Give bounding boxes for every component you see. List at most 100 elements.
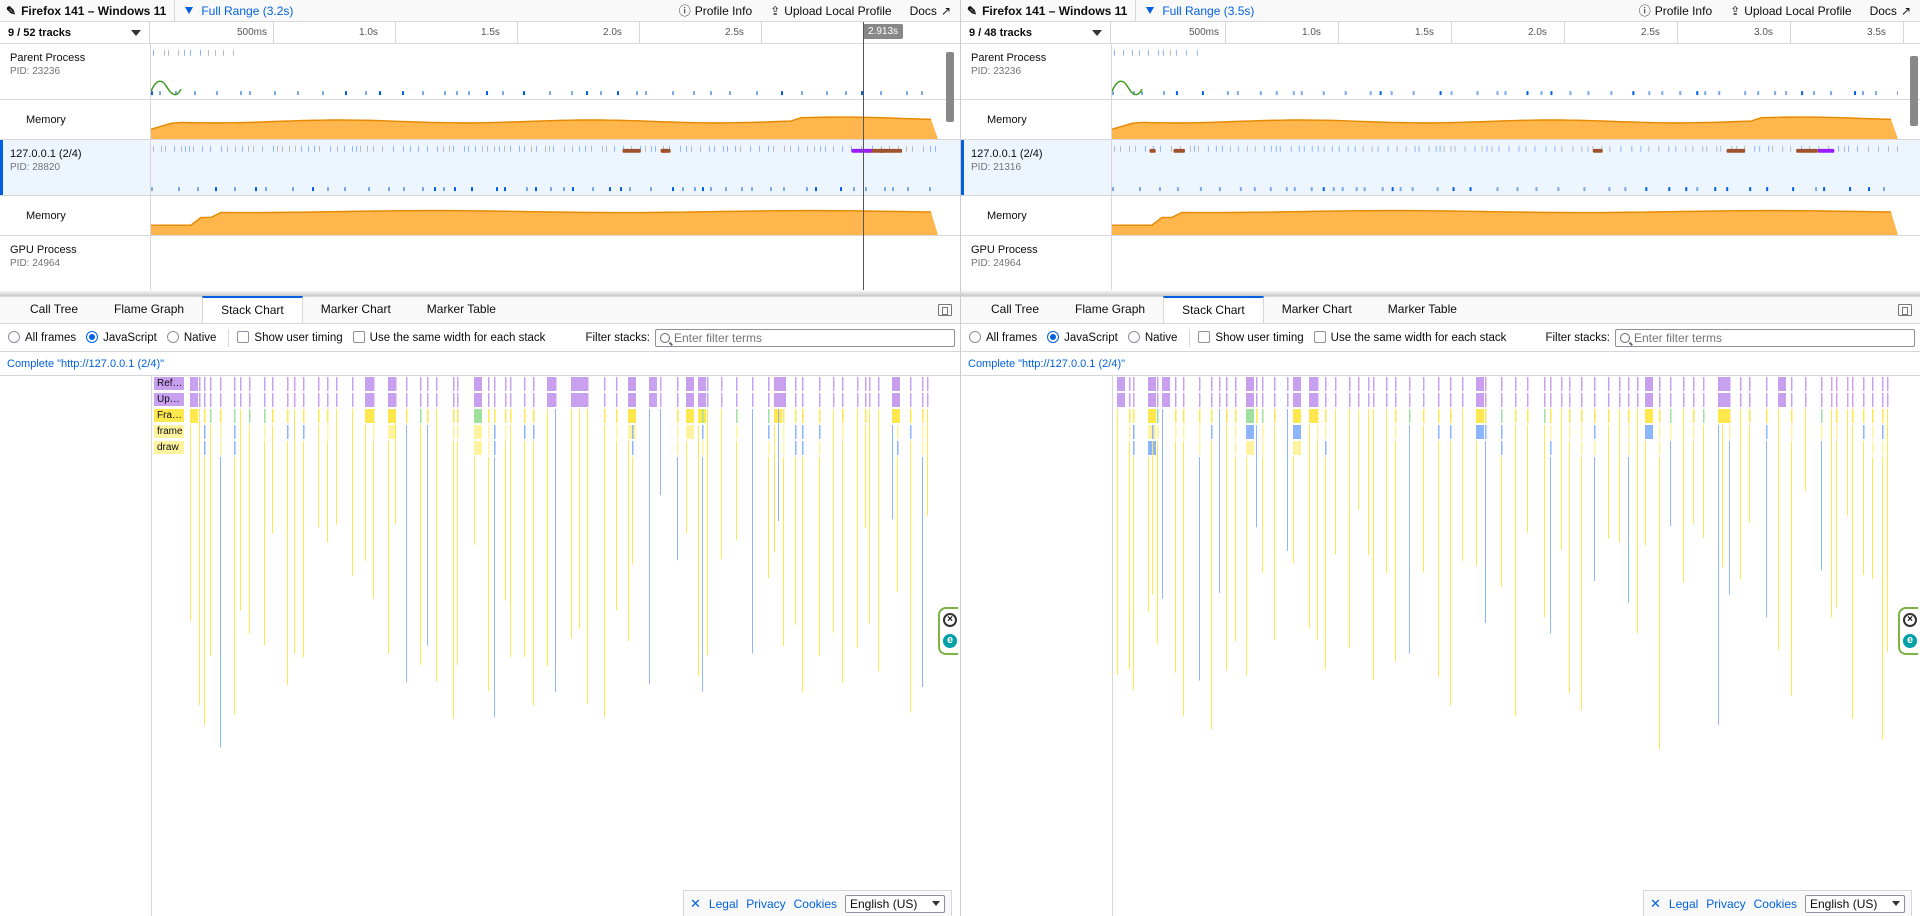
stack-frame[interactable]	[1409, 377, 1411, 391]
stack-frame[interactable]	[1766, 393, 1768, 407]
stack-frame[interactable]	[922, 409, 924, 423]
stack-frame[interactable]	[1608, 409, 1610, 423]
stack-frame[interactable]	[1561, 393, 1563, 407]
stack-frame[interactable]	[702, 441, 704, 455]
stack-frame[interactable]	[628, 441, 629, 642]
stack-frame[interactable]	[1882, 425, 1884, 439]
stack-frame[interactable]	[494, 377, 496, 391]
stack-frame[interactable]	[1608, 393, 1610, 407]
stack-frame[interactable]	[1349, 409, 1350, 649]
stack-frame[interactable]	[1395, 441, 1396, 662]
stack-frame[interactable]	[1527, 377, 1529, 391]
stack-frame[interactable]	[1117, 409, 1118, 675]
stack-frame[interactable]	[1628, 377, 1630, 391]
stack-frame[interactable]	[547, 377, 555, 391]
stack-frame[interactable]	[240, 393, 242, 407]
stack-frame[interactable]	[1246, 457, 1247, 676]
stack-frame[interactable]	[1550, 409, 1552, 423]
stack-frame[interactable]	[1274, 425, 1275, 641]
stack-frame[interactable]	[1373, 409, 1374, 680]
stack-frame[interactable]	[1129, 441, 1130, 670]
stack-frame[interactable]	[1527, 425, 1528, 533]
stack-frame[interactable]	[1683, 409, 1684, 583]
stack-frame[interactable]	[910, 377, 912, 391]
stack-frame[interactable]	[234, 457, 235, 715]
stack-frame[interactable]	[1325, 409, 1327, 423]
stack-frame[interactable]	[702, 377, 704, 391]
stack-frame[interactable]	[897, 409, 899, 423]
stack-frame[interactable]	[1317, 409, 1319, 423]
stack-frame[interactable]	[1501, 425, 1503, 439]
stack-frame[interactable]	[1628, 393, 1630, 407]
stack-frame[interactable]	[897, 441, 899, 455]
stack-frame[interactable]	[660, 409, 661, 496]
stack-frame[interactable]	[453, 441, 454, 719]
stack-frame[interactable]	[1211, 393, 1213, 407]
stack-frame[interactable]	[1335, 393, 1337, 407]
stack-frame[interactable]	[1847, 409, 1848, 516]
privacy-link[interactable]: Privacy	[746, 897, 785, 911]
stack-frame[interactable]	[1226, 425, 1227, 671]
stack-frame[interactable]	[510, 377, 512, 391]
stack-frame[interactable]	[436, 377, 438, 391]
stack-frame[interactable]	[1693, 441, 1694, 524]
stack-frame[interactable]	[327, 393, 329, 407]
upload-button[interactable]: ⇪ Upload Local Profile	[1721, 0, 1860, 21]
stack-frame[interactable]	[406, 425, 407, 683]
stack-frame[interactable]	[819, 377, 821, 391]
stack-frame[interactable]	[1791, 393, 1793, 407]
stack-frame[interactable]	[1256, 409, 1258, 423]
stack-frame[interactable]	[1133, 377, 1135, 391]
stack-frame[interactable]	[373, 377, 375, 391]
stack-frame[interactable]	[1836, 425, 1838, 439]
stack-frame[interactable]	[1183, 393, 1185, 407]
stack-frame[interactable]	[677, 425, 679, 439]
stack-frame[interactable]	[1485, 377, 1487, 391]
stack-frame[interactable]	[1450, 377, 1452, 391]
stack-frame[interactable]	[922, 441, 924, 455]
stack-frame[interactable]	[702, 425, 704, 439]
stack-frame[interactable]	[1729, 377, 1731, 391]
stack-frame[interactable]	[1670, 409, 1672, 423]
profile-name-button[interactable]: ✎ Firefox 141 – Windows 11	[0, 0, 176, 21]
stack-frame[interactable]	[1450, 409, 1452, 423]
stack-frame[interactable]	[1485, 441, 1486, 624]
stack-frame[interactable]	[1409, 409, 1411, 423]
stack-frame[interactable]	[1703, 393, 1705, 407]
stack-frame[interactable]	[1325, 377, 1327, 391]
stack-frame[interactable]	[1485, 409, 1487, 423]
stack-frame[interactable]	[1133, 393, 1135, 407]
stack-frame[interactable]	[1175, 441, 1176, 673]
stack-frame[interactable]	[287, 409, 289, 423]
stack-frame[interactable]	[505, 409, 507, 423]
stack-frame[interactable]	[1594, 457, 1595, 582]
stack-frame[interactable]	[819, 409, 821, 423]
stack-frame[interactable]	[1550, 393, 1552, 407]
stack-frame[interactable]	[272, 409, 274, 423]
stack-frame[interactable]	[327, 425, 329, 439]
track-graph[interactable]	[1112, 100, 1898, 139]
stack-frame[interactable]	[1594, 393, 1596, 407]
stack-frame[interactable]	[1872, 457, 1873, 580]
stack-frame[interactable]	[927, 393, 929, 407]
stack-frame[interactable]	[686, 425, 694, 439]
stack-frame[interactable]	[707, 409, 708, 656]
stack-frame[interactable]	[1594, 425, 1596, 439]
stack-frame[interactable]	[1766, 409, 1768, 423]
filter-stacks-input[interactable]	[1615, 328, 1915, 347]
stack-frame[interactable]	[1157, 425, 1159, 439]
stack-frame[interactable]	[474, 409, 482, 423]
stack-frame[interactable]	[1882, 457, 1883, 740]
stack-frame[interactable]	[802, 457, 803, 693]
stack-frame[interactable]	[474, 441, 482, 455]
stack-frame[interactable]	[1683, 393, 1685, 407]
stack-frame[interactable]	[1670, 425, 1672, 439]
stack-frame[interactable]	[604, 425, 605, 718]
stack-frame[interactable]	[1148, 457, 1149, 612]
stack-frame[interactable]	[318, 393, 320, 407]
stack-frame[interactable]	[1235, 425, 1237, 439]
stack-frame[interactable]	[547, 393, 555, 407]
stack-frame[interactable]	[204, 409, 206, 423]
stack-frame[interactable]	[327, 441, 328, 543]
stack-frame[interactable]	[1852, 393, 1854, 407]
